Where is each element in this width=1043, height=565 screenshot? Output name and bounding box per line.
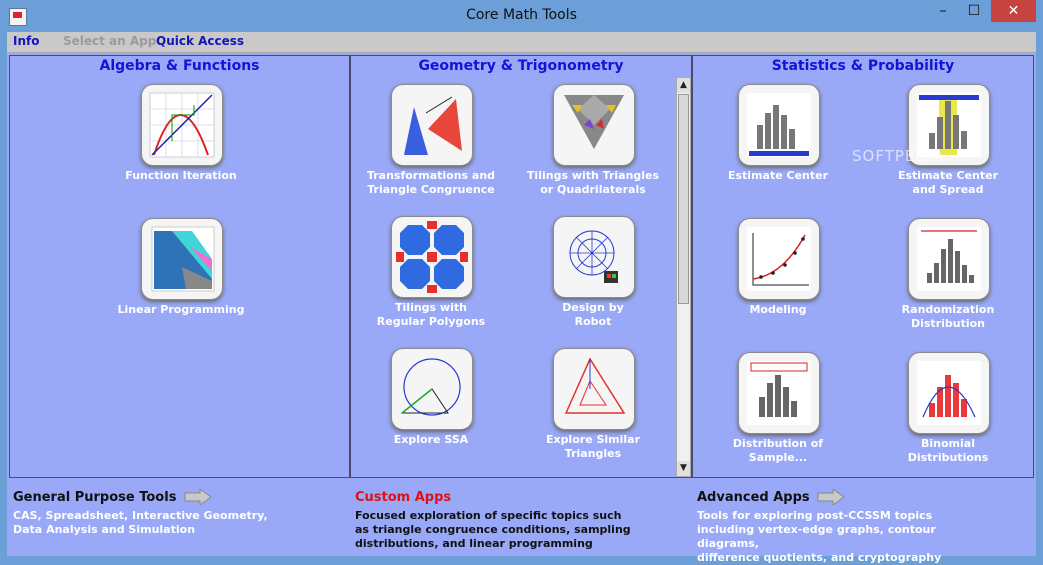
window-title: Core Math Tools xyxy=(466,7,577,23)
similar-triangles-icon[interactable] xyxy=(553,348,635,430)
tile-design-robot[interactable]: Design by Robot xyxy=(503,216,683,334)
modeling-icon[interactable] xyxy=(738,218,820,300)
maximize-button[interactable]: ☐ xyxy=(962,0,986,22)
watermark: SOFTPEDIA xyxy=(852,147,945,165)
tile-binomial[interactable]: Binomial Distributions xyxy=(858,352,1038,470)
function-iteration-icon[interactable] xyxy=(141,84,223,166)
advanced-apps-heading[interactable]: Advanced Apps xyxy=(697,490,810,505)
binomial-icon[interactable] xyxy=(908,352,990,434)
tile-sample-distribution[interactable]: Distribution of Sample... xyxy=(688,352,868,470)
advanced-apps-description: Tools for exploring post-CCSSM topics in… xyxy=(697,509,942,564)
transformations-icon[interactable] xyxy=(391,84,473,166)
tilings-polygons-icon[interactable] xyxy=(391,216,473,298)
footer-general: General Purpose Tools CAS, Spreadsheet, … xyxy=(13,486,313,537)
tilings-triangles-icon[interactable] xyxy=(553,84,635,166)
linear-programming-icon[interactable] xyxy=(141,218,223,300)
panel-algebra: Algebra & Functions Function Iteration L… xyxy=(9,55,350,478)
tile-label: Binomial Distributions xyxy=(907,437,989,464)
tile-transformations[interactable]: Transformations and Triangle Congruence xyxy=(341,84,521,202)
sample-distribution-icon[interactable] xyxy=(738,352,820,434)
general-purpose-tools-heading[interactable]: General Purpose Tools xyxy=(13,490,176,505)
tile-tilings-polygons[interactable]: Tilings with Regular Polygons xyxy=(341,216,521,334)
panel-title-geometry: Geometry & Trigonometry xyxy=(418,58,624,74)
tile-explore-ssa[interactable]: Explore SSA xyxy=(341,348,521,466)
menu-quick-access[interactable]: Quick Access xyxy=(156,34,244,48)
tile-tilings-triangles[interactable]: Tilings with Triangles or Quadrilaterals xyxy=(503,84,683,202)
arrow-right-icon[interactable] xyxy=(817,487,845,506)
tile-estimate-spread[interactable]: Estimate Center and Spread xyxy=(858,84,1038,202)
title-bar: Core Math Tools – ☐ ✕ xyxy=(0,0,1043,32)
close-button[interactable]: ✕ xyxy=(991,0,1036,22)
tile-linear-programming[interactable]: Linear Programming xyxy=(91,218,271,336)
custom-apps-heading: Custom Apps xyxy=(355,490,452,505)
panel-geometry: Geometry & Trigonometry Transformations … xyxy=(350,55,692,478)
tile-label: Modeling xyxy=(749,303,807,316)
tile-label: Linear Programming xyxy=(117,303,245,316)
tile-label: Estimate Center xyxy=(727,169,829,182)
general-purpose-tools-description: CAS, Spreadsheet, Interactive Geometry, … xyxy=(13,509,268,536)
estimate-center-icon[interactable] xyxy=(738,84,820,166)
main-content: Algebra & Functions Function Iteration L… xyxy=(7,53,1036,564)
tile-label: Estimate Center and Spread xyxy=(897,169,999,196)
tile-randomization[interactable]: Randomization Distribution xyxy=(858,218,1038,336)
menu-bar: Info Select an App: Quick Access xyxy=(7,32,1036,53)
tile-function-iteration[interactable]: Function Iteration xyxy=(91,84,271,202)
tile-label: Transformations and Triangle Congruence xyxy=(366,169,496,196)
arrow-right-icon[interactable] xyxy=(184,487,212,506)
randomization-icon[interactable] xyxy=(908,218,990,300)
tile-modeling[interactable]: Modeling xyxy=(688,218,868,336)
panel-title-statistics: Statistics & Probability xyxy=(771,58,955,74)
footer-custom: Custom Apps Focused exploration of speci… xyxy=(355,486,655,551)
explore-ssa-icon[interactable] xyxy=(391,348,473,430)
menu-select-app: Select an App: xyxy=(63,34,162,48)
menu-info[interactable]: Info xyxy=(13,34,39,48)
minimize-button[interactable]: – xyxy=(931,0,955,22)
tile-label: Function Iteration xyxy=(125,169,237,182)
footer-advanced: Advanced Apps Tools for exploring post-C… xyxy=(697,486,997,565)
tile-label: Tilings with Triangles or Quadrilaterals xyxy=(526,169,660,196)
tile-estimate-center[interactable]: Estimate Center xyxy=(688,84,868,202)
panel-statistics: Statistics & Probability Estimate Center xyxy=(692,55,1034,478)
tile-label: Randomization Distribution xyxy=(901,303,995,330)
tile-label: Distribution of Sample... xyxy=(732,437,824,464)
custom-apps-description: Focused exploration of specific topics s… xyxy=(355,509,631,550)
design-robot-icon[interactable] xyxy=(553,216,635,298)
tile-label: Explore SSA xyxy=(393,433,469,446)
tile-label: Tilings with Regular Polygons xyxy=(376,301,486,328)
tile-similar-triangles[interactable]: Explore Similar Triangles xyxy=(503,348,683,466)
tile-label: Explore Similar Triangles xyxy=(545,433,641,460)
tile-label: Design by Robot xyxy=(562,301,624,328)
panel-title-algebra: Algebra & Functions xyxy=(99,58,260,74)
